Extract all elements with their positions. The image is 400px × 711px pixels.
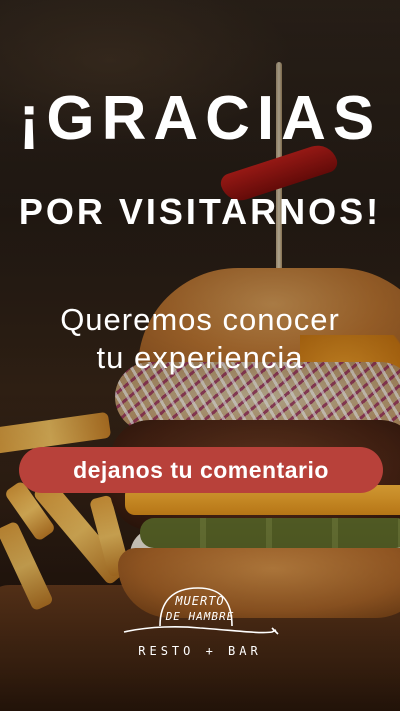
logo-text-line-2: DE HAMBRE <box>165 610 235 623</box>
restaurant-logo: MUERTO DE HAMBRE RESTO + BAR <box>120 582 280 662</box>
subtitle-line-1: Queremos conocer <box>60 302 340 337</box>
logo-tagline: RESTO + BAR <box>138 644 262 658</box>
leave-review-button[interactable]: dejanos tu comentario <box>19 447 383 493</box>
subtitle-line-2: tu experiencia <box>96 340 304 375</box>
headline-line-2: POR VISITARNOS! <box>18 191 382 232</box>
logo-text-line-1: MUERTO <box>175 594 225 608</box>
promo-poster: ¡GRACIAS POR VISITARNOS! Queremos conoce… <box>0 0 400 711</box>
headline-line-1: ¡GRACIAS <box>18 84 382 153</box>
